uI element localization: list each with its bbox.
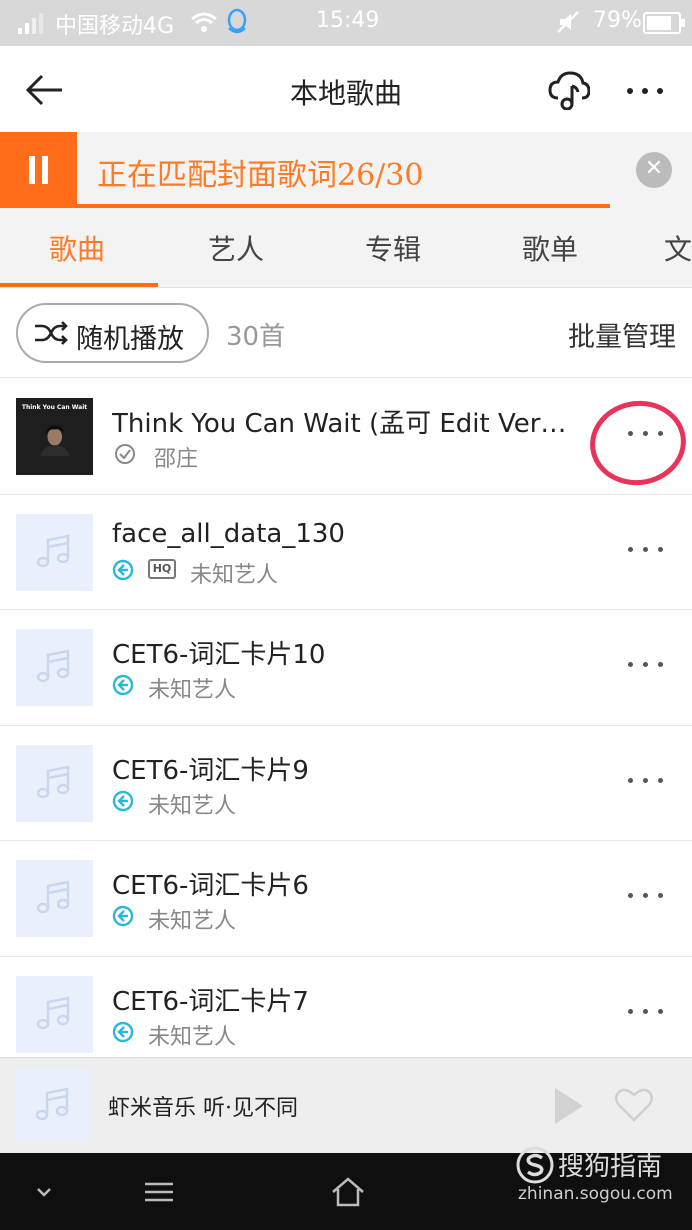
- watermark-url: zhinan.sogou.com: [518, 1184, 673, 1204]
- sogou-watermark: 搜狗指南 zhinan.sogou.com: [512, 1140, 682, 1220]
- player-slogan: 虾米音乐 听·见不同: [108, 1096, 298, 1121]
- app-header: 本地歌曲: [0, 46, 692, 132]
- music-note-icon: [36, 764, 70, 798]
- album-cover-placeholder: [16, 860, 93, 937]
- mute-icon: [557, 11, 579, 33]
- song-artist: 未知艺人: [148, 793, 237, 819]
- album-cover-placeholder: [16, 513, 93, 591]
- album-cover-placeholder: [16, 629, 93, 706]
- local-icon: [112, 1021, 134, 1042]
- matching-status-text: 正在匹配封面歌词26/30: [97, 158, 424, 193]
- song-title: CET6-词汇卡片9: [112, 755, 309, 786]
- mini-player[interactable]: 虾米音乐 听·见不同: [0, 1057, 692, 1153]
- more-options-icon[interactable]: [622, 652, 670, 676]
- status-bar: 中国移动4G 15:49 79%: [0, 0, 692, 46]
- cloud-music-icon[interactable]: [548, 70, 590, 110]
- more-options-icon[interactable]: [622, 999, 670, 1023]
- more-options-icon[interactable]: [622, 883, 670, 907]
- album-cover-text: Think You Can Wait: [21, 404, 88, 411]
- music-note-icon: [36, 880, 70, 914]
- song-row[interactable]: CET6-词汇卡片9 未知艺人: [0, 726, 692, 841]
- more-icon[interactable]: [622, 70, 668, 110]
- batch-manage-button[interactable]: 批量管理: [568, 315, 676, 354]
- album-cover-placeholder: [16, 744, 93, 822]
- player-cover: [16, 1068, 90, 1142]
- song-artist: 未知艺人: [148, 678, 237, 703]
- chevron-down-icon[interactable]: [26, 1175, 62, 1209]
- music-note-icon: [35, 1087, 69, 1121]
- more-options-icon[interactable]: [622, 768, 670, 792]
- song-title: face_all_data_130: [112, 518, 345, 549]
- shuffle-play-button[interactable]: 随机播放: [16, 303, 209, 363]
- local-icon: [112, 790, 134, 811]
- pause-button[interactable]: [0, 132, 77, 208]
- battery-percent: 79%: [593, 8, 642, 33]
- music-note-icon: [36, 533, 70, 567]
- tab-artists[interactable]: 艺人: [208, 228, 264, 268]
- album-cover-placeholder: [16, 975, 93, 1053]
- music-note-icon: [36, 649, 70, 683]
- local-icon: [112, 559, 134, 580]
- category-tabs: 歌曲 艺人 专辑 歌单 文: [0, 208, 692, 288]
- qq-icon: [227, 8, 247, 34]
- song-artist: 未知艺人: [148, 909, 237, 934]
- tab-folders[interactable]: 文: [664, 228, 692, 268]
- check-icon: [115, 444, 135, 464]
- song-title: CET6-词汇卡片6: [112, 871, 309, 901]
- cover-matching-bar: 正在匹配封面歌词26/30 ✕: [0, 132, 692, 208]
- list-toolbar: 随机播放 30首 批量管理: [0, 288, 692, 378]
- song-list: Think You Can Wait Think You Can Wait (孟…: [0, 379, 692, 1072]
- song-artist: 未知艺人: [190, 562, 279, 588]
- song-artist: 未知艺人: [148, 1024, 237, 1050]
- close-icon[interactable]: ✕: [636, 152, 672, 188]
- annotation-circle: [584, 394, 692, 492]
- tab-albums[interactable]: 专辑: [365, 228, 421, 268]
- heart-icon[interactable]: [614, 1086, 654, 1124]
- local-icon: [112, 905, 134, 927]
- tab-songs[interactable]: 歌曲: [49, 228, 105, 268]
- active-tab-indicator: [0, 283, 158, 287]
- album-cover: Think You Can Wait: [16, 398, 93, 475]
- clock: 15:49: [316, 8, 380, 33]
- play-icon[interactable]: [553, 1086, 585, 1126]
- music-note-icon: [36, 995, 70, 1029]
- shuffle-icon: [35, 321, 68, 345]
- hq-badge: HQ: [148, 558, 176, 579]
- song-count: 30首: [226, 322, 286, 352]
- album-art: [34, 416, 74, 456]
- menu-icon[interactable]: [141, 1175, 177, 1209]
- battery-icon: [643, 12, 685, 34]
- signal-icon: [18, 13, 43, 34]
- song-title: CET6-词汇卡片10: [112, 640, 326, 670]
- song-row[interactable]: CET6-词汇卡片10 未知艺人: [0, 610, 692, 726]
- song-row[interactable]: Think You Can Wait Think You Can Wait (孟…: [0, 379, 692, 495]
- song-title: CET6-词汇卡片7: [112, 986, 309, 1017]
- watermark-name: 搜狗指南: [558, 1152, 663, 1182]
- song-title: Think You Can Wait (孟可 Edit Ver…: [112, 409, 567, 439]
- shuffle-label: 随机播放: [76, 324, 184, 355]
- tab-playlists[interactable]: 歌单: [522, 228, 578, 268]
- song-artist: 邵庄: [154, 447, 199, 472]
- sogou-logo-icon: [516, 1146, 554, 1184]
- song-row[interactable]: CET6-词汇卡片7 未知艺人: [0, 957, 692, 1073]
- wifi-icon: [191, 12, 217, 32]
- home-icon[interactable]: [330, 1175, 366, 1209]
- song-row[interactable]: CET6-词汇卡片6 未知艺人: [0, 841, 692, 957]
- local-icon: [112, 674, 134, 696]
- carrier-label: 中国移动4G: [55, 14, 175, 39]
- more-options-icon[interactable]: [622, 537, 670, 561]
- song-row[interactable]: face_all_data_130 HQ 未知艺人: [0, 495, 692, 610]
